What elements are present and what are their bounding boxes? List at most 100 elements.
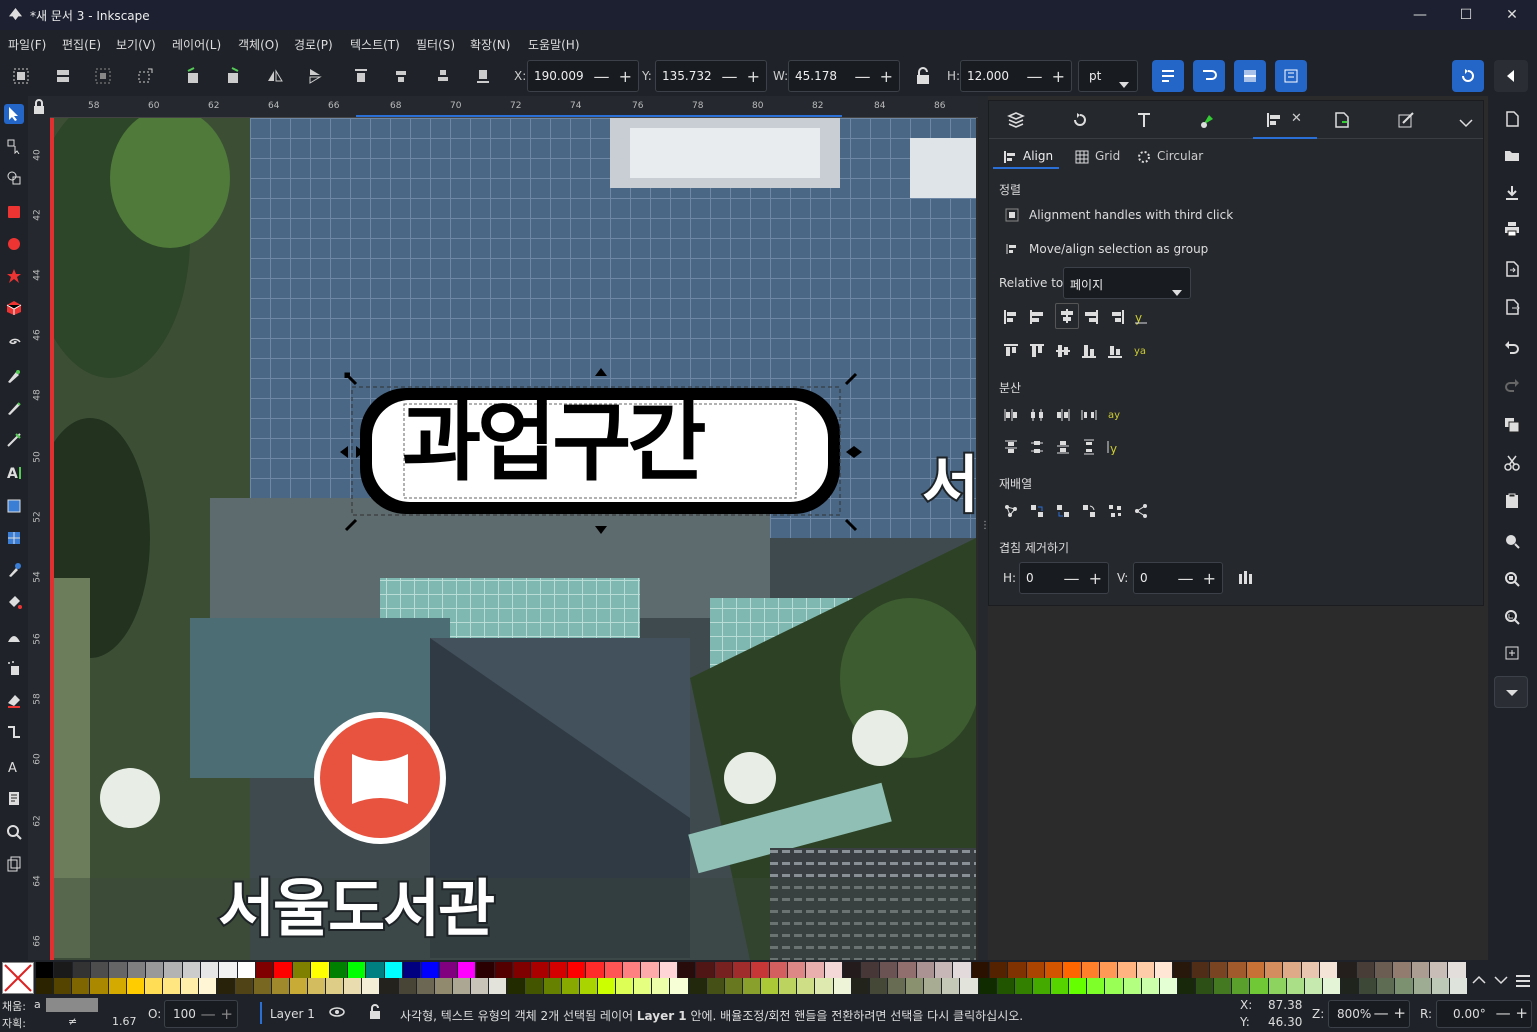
- color-swatch[interactable]: [292, 962, 312, 978]
- color-swatch[interactable]: [670, 978, 689, 994]
- color-swatch[interactable]: [779, 978, 798, 994]
- move-as-group-toggle[interactable]: [1005, 241, 1019, 260]
- import-icon[interactable]: [1503, 260, 1521, 278]
- color-swatch[interactable]: [452, 978, 471, 994]
- color-swatch[interactable]: [1430, 962, 1449, 978]
- color-swatch[interactable]: [439, 962, 458, 978]
- color-swatch[interactable]: [108, 978, 127, 994]
- color-swatch[interactable]: [434, 978, 453, 994]
- color-swatch[interactable]: [144, 978, 163, 994]
- calligraphy-tool-icon[interactable]: [4, 430, 24, 450]
- color-swatch[interactable]: [326, 978, 345, 994]
- color-swatch[interactable]: [271, 978, 290, 994]
- color-swatch[interactable]: [476, 962, 495, 978]
- color-swatch[interactable]: [934, 962, 954, 978]
- close-window-button[interactable]: ✕: [1489, 0, 1535, 30]
- eraser-tool-icon[interactable]: [4, 690, 24, 710]
- align-left-edges-icon[interactable]: [1029, 309, 1045, 325]
- rotation-field[interactable]: 0.00° — +: [1436, 1000, 1532, 1028]
- color-swatch[interactable]: [362, 978, 381, 994]
- color-swatch[interactable]: [751, 962, 770, 978]
- opacity-field[interactable]: 100 — +: [164, 1000, 238, 1028]
- color-swatch[interactable]: [960, 978, 979, 994]
- color-swatch[interactable]: [978, 978, 997, 994]
- exchange-stack-order-icon[interactable]: [1055, 503, 1071, 519]
- color-swatch[interactable]: [219, 962, 238, 978]
- color-swatch[interactable]: [146, 962, 165, 978]
- measure-tool-icon[interactable]: [4, 788, 24, 808]
- color-swatch[interactable]: [1283, 962, 1302, 978]
- color-swatch[interactable]: [924, 978, 943, 994]
- distribute-baselines-v-icon[interactable]: y: [1107, 439, 1123, 456]
- align-left-to-right-icon[interactable]: [1109, 309, 1125, 325]
- color-swatch[interactable]: [724, 978, 743, 994]
- width-stepper[interactable]: — +: [855, 67, 896, 86]
- color-swatch[interactable]: [641, 962, 660, 978]
- redo-icon[interactable]: [1503, 376, 1521, 394]
- center-horizontal-icon[interactable]: [1055, 303, 1079, 329]
- color-swatch[interactable]: [471, 978, 490, 994]
- align-bottom-edges-icon[interactable]: [1081, 343, 1097, 359]
- color-swatch[interactable]: [311, 962, 330, 978]
- text-font-icon[interactable]: [1135, 111, 1153, 133]
- distribute-center-v-icon[interactable]: [1029, 439, 1045, 455]
- menu-object[interactable]: 객체(O): [238, 36, 279, 53]
- paste-icon[interactable]: [1503, 492, 1521, 510]
- color-swatch[interactable]: [1044, 962, 1064, 978]
- color-swatch[interactable]: [1320, 962, 1339, 978]
- cut-icon[interactable]: [1503, 454, 1521, 472]
- color-swatch[interactable]: [906, 978, 925, 994]
- ellipse-tool-icon[interactable]: [4, 234, 24, 254]
- color-swatch[interactable]: [696, 962, 715, 978]
- snap-options-button[interactable]: [1494, 60, 1528, 92]
- color-swatch[interactable]: [1232, 978, 1251, 994]
- menu-view[interactable]: 보기(V): [116, 36, 156, 53]
- transform-gradients-button[interactable]: [1234, 60, 1266, 92]
- color-swatch[interactable]: [579, 978, 598, 994]
- pages-tool-icon[interactable]: [4, 854, 24, 874]
- color-swatch[interactable]: [1228, 962, 1247, 978]
- exchange-selection-order-icon[interactable]: [1029, 503, 1045, 519]
- node-tool-icon[interactable]: [4, 136, 24, 156]
- color-swatch[interactable]: [162, 978, 181, 994]
- color-swatch[interactable]: [806, 962, 825, 978]
- color-swatch[interactable]: [507, 978, 526, 994]
- distribute-left-icon[interactable]: [1003, 407, 1019, 423]
- color-swatch[interactable]: [512, 962, 532, 978]
- overlap-h-stepper[interactable]: — +: [1064, 569, 1105, 588]
- color-swatch[interactable]: [1087, 978, 1106, 994]
- color-swatch[interactable]: [181, 978, 200, 994]
- color-swatch[interactable]: [199, 978, 218, 994]
- menu-edit[interactable]: 편집(E): [62, 36, 101, 53]
- star-tool-icon[interactable]: [4, 266, 24, 286]
- color-swatch[interactable]: [1338, 962, 1357, 978]
- zoom-page-icon[interactable]: [1503, 608, 1521, 626]
- deselect-icon[interactable]: [92, 65, 114, 87]
- scale-stroke-button[interactable]: [1152, 60, 1184, 92]
- spray-tool-icon[interactable]: [4, 658, 24, 678]
- align-top-to-bottom-icon[interactable]: [1107, 343, 1123, 359]
- y-coordinate-field[interactable]: Y: 135.732 — +: [642, 60, 767, 92]
- lpe-tool-icon[interactable]: A: [4, 756, 24, 776]
- alignment-handles-checkbox[interactable]: [1005, 207, 1019, 226]
- color-swatch[interactable]: [1265, 962, 1284, 978]
- zoom-tool-icon[interactable]: [4, 822, 24, 842]
- palette-menu-icon[interactable]: [1516, 972, 1530, 991]
- color-swatch[interactable]: [1141, 978, 1160, 994]
- color-swatch[interactable]: [1177, 978, 1196, 994]
- menu-text[interactable]: 텍스트(T): [350, 36, 400, 53]
- connector-tool-icon[interactable]: [4, 722, 24, 742]
- maximize-button[interactable]: ☐: [1443, 0, 1489, 30]
- copy-icon[interactable]: [1503, 416, 1521, 434]
- touch-select-icon[interactable]: [134, 65, 156, 87]
- spiral-tool-icon[interactable]: [4, 332, 24, 352]
- color-swatch[interactable]: [109, 962, 128, 978]
- color-swatch[interactable]: [1286, 978, 1305, 994]
- color-swatch[interactable]: [1393, 962, 1412, 978]
- zoom-center-page-icon[interactable]: [1503, 644, 1521, 662]
- color-swatch[interactable]: [616, 978, 635, 994]
- layer-lock-icon[interactable]: [366, 1003, 384, 1024]
- color-swatch[interactable]: [652, 978, 671, 994]
- color-swatch[interactable]: [634, 978, 653, 994]
- distribute-baselines-h-icon[interactable]: ay: [1107, 407, 1127, 423]
